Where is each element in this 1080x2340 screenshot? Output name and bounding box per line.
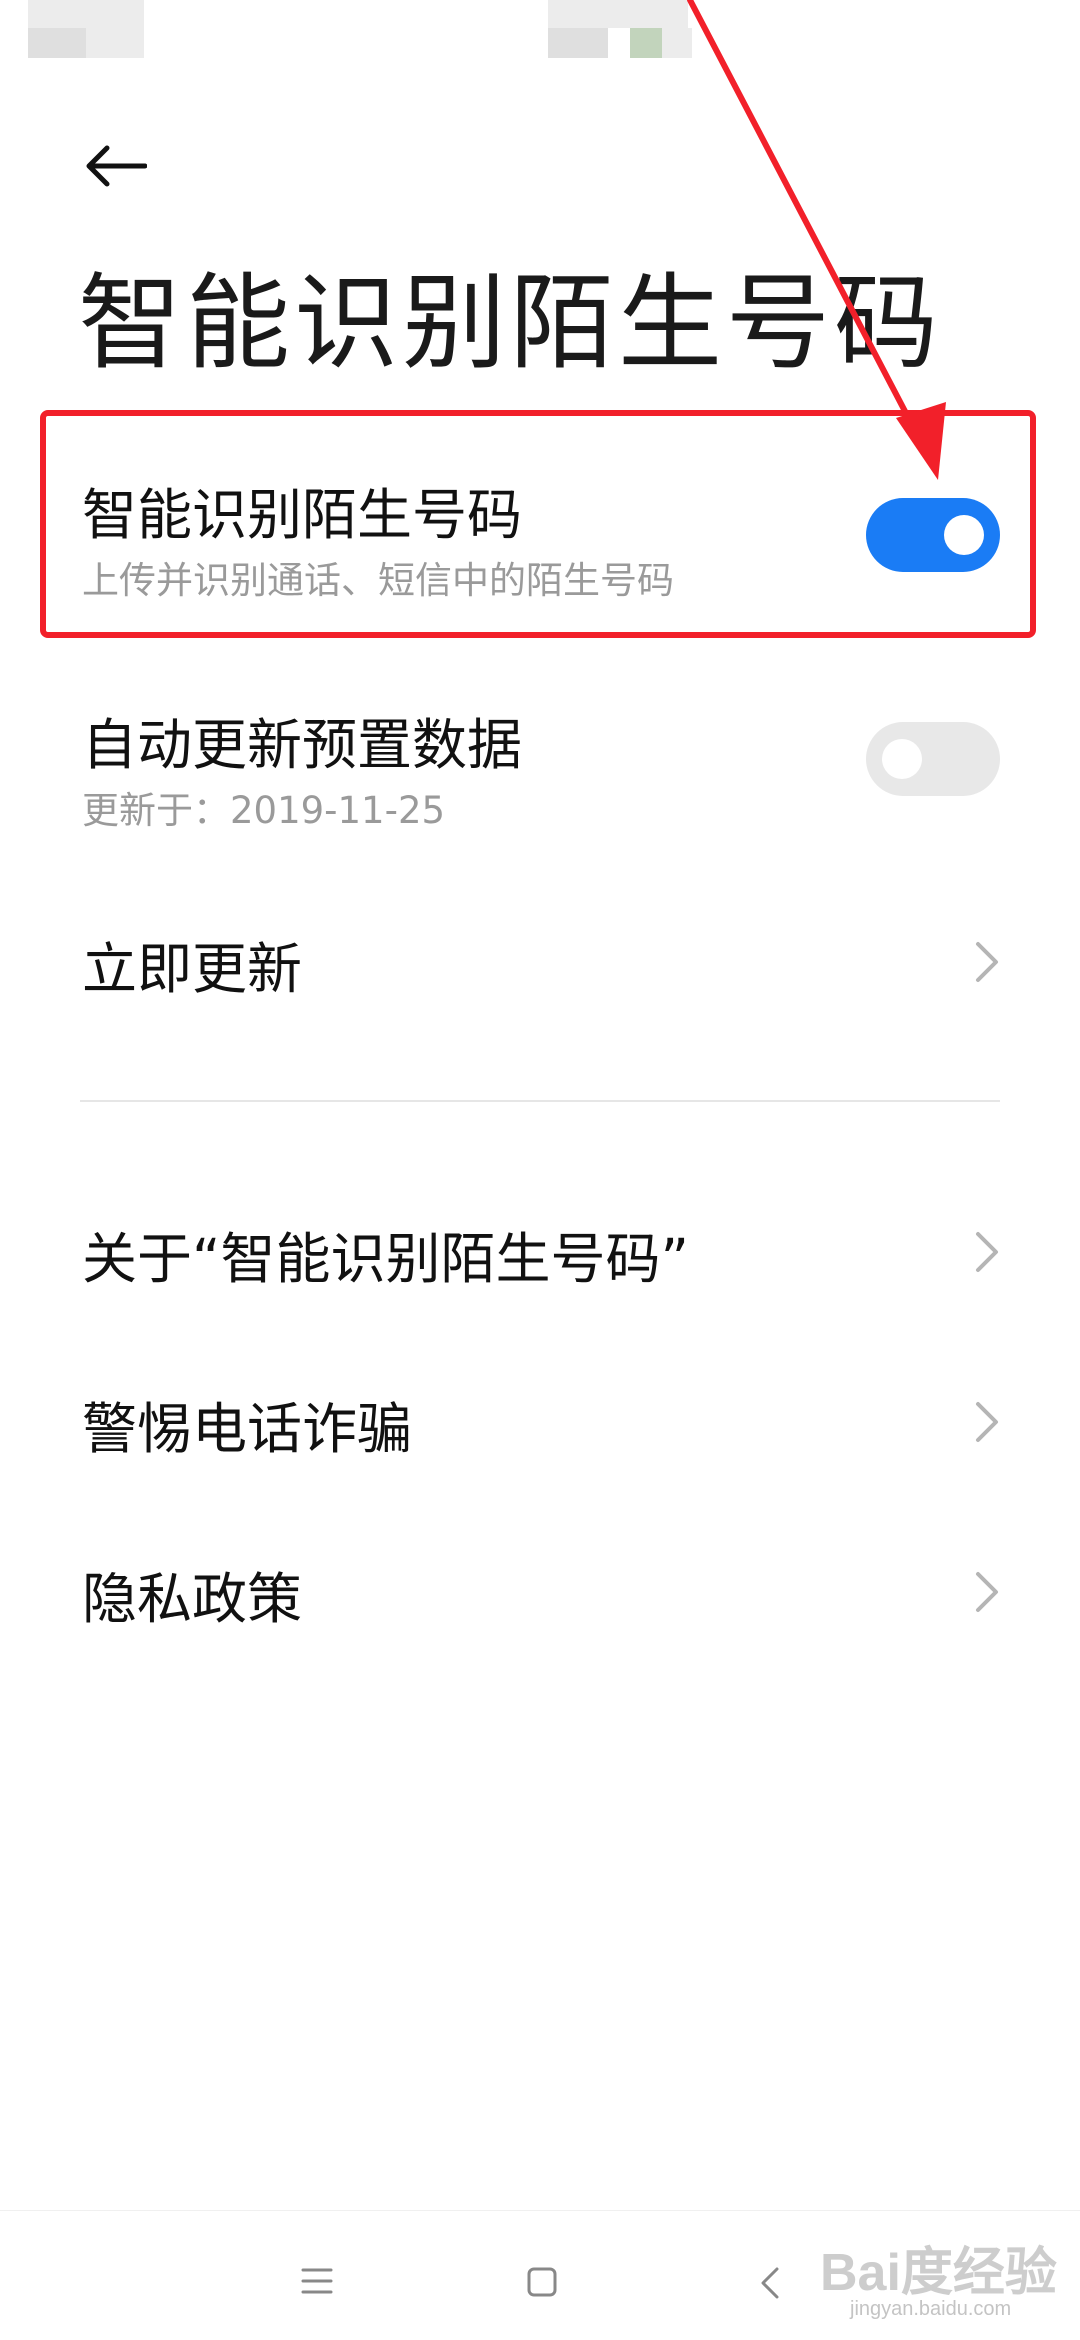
nav-back-icon[interactable] xyxy=(758,2266,782,2300)
status-blur xyxy=(662,28,692,58)
baidu-watermark-logo: Bai度经验 jingyan.baidu.com xyxy=(820,2220,1070,2330)
toggle-knob xyxy=(882,739,922,779)
setting-title: 自动更新预置数据 xyxy=(82,713,523,777)
setting-title: 隐私政策 xyxy=(82,1567,303,1631)
settings-page: 智能识别陌生号码 智能识别陌生号码 上传并识别通话、短信中的陌生号码 自动更新预… xyxy=(0,0,1080,2340)
status-blur xyxy=(86,0,144,28)
back-button[interactable] xyxy=(80,130,152,202)
watermark-url: jingyan.baidu.com xyxy=(850,2298,1012,2320)
setting-row-privacy[interactable]: 隐私政策 xyxy=(0,1530,1080,1650)
auto-update-toggle[interactable] xyxy=(866,722,1000,796)
setting-row-fraud-alert[interactable]: 警惕电话诈骗 xyxy=(0,1360,1080,1480)
setting-title: 关于“智能识别陌生号码” xyxy=(82,1227,689,1291)
status-blur xyxy=(28,0,86,28)
status-blur xyxy=(548,28,608,58)
arrow-left-icon xyxy=(86,145,147,187)
watermark-brand: Bai度经验 xyxy=(820,2244,1057,2302)
status-blur xyxy=(86,28,144,58)
page-title: 智能识别陌生号码 xyxy=(78,262,943,384)
status-bar xyxy=(0,0,1080,90)
setting-row-auto-update[interactable]: 自动更新预置数据 更新于：2019-11-25 xyxy=(0,680,1080,860)
annotation-highlight-box xyxy=(40,410,1036,638)
chevron-right-icon xyxy=(976,1402,998,1442)
status-blur xyxy=(28,28,86,58)
status-blur xyxy=(548,0,688,28)
setting-row-update-now[interactable]: 立即更新 xyxy=(0,900,1080,1020)
chevron-right-icon xyxy=(976,1572,998,1612)
chevron-right-icon xyxy=(976,1232,998,1272)
menu-icon[interactable] xyxy=(300,2266,334,2296)
section-divider xyxy=(80,1100,1000,1102)
chevron-right-icon xyxy=(976,942,998,982)
setting-title: 警惕电话诈骗 xyxy=(82,1397,413,1461)
setting-row-about[interactable]: 关于“智能识别陌生号码” xyxy=(0,1190,1080,1310)
status-blur xyxy=(630,28,662,58)
setting-title: 立即更新 xyxy=(82,937,303,1001)
setting-subtitle: 更新于：2019-11-25 xyxy=(82,789,446,832)
home-square-icon[interactable] xyxy=(526,2266,558,2298)
